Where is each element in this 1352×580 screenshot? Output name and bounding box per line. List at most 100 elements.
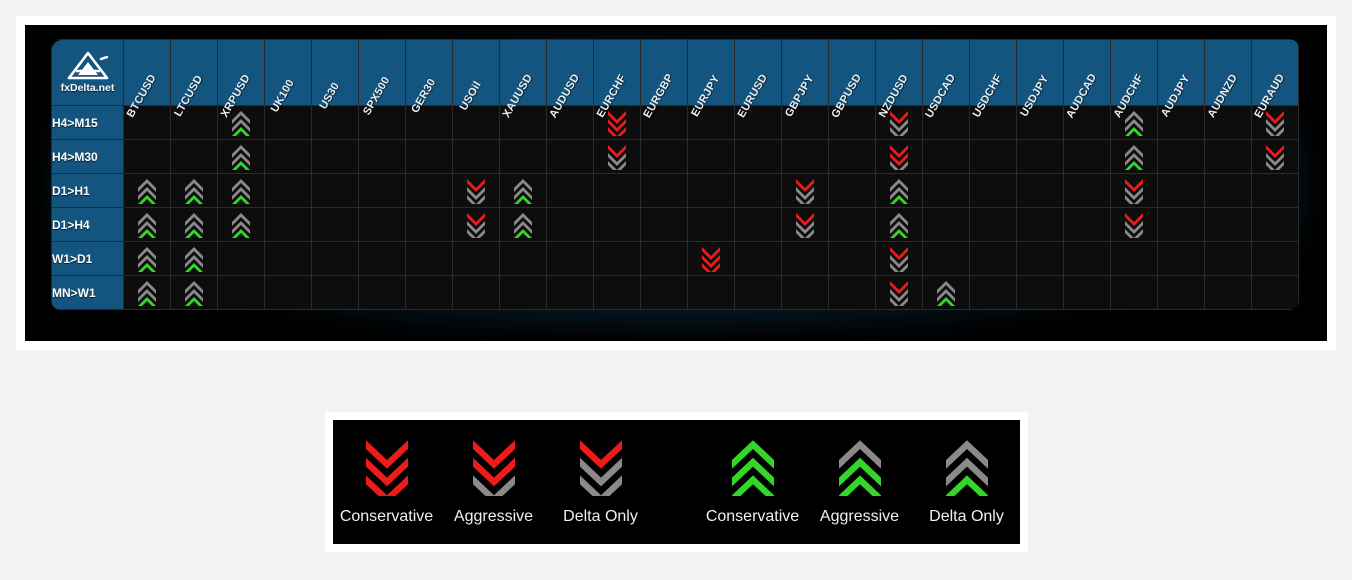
column-header-gbpusd[interactable]: GBPUSD — [828, 39, 876, 120]
signal-cell-ltcusd[interactable] — [170, 241, 218, 276]
empty-cell-usdchf — [969, 207, 1017, 242]
signal-cell-nzdusd[interactable] — [875, 173, 923, 208]
row-header-d1-to-h4[interactable]: D1>H4 — [51, 207, 124, 242]
signal-cell-nzdusd[interactable] — [875, 207, 923, 242]
column-header-audnzd[interactable]: AUDNZD — [1204, 39, 1252, 120]
signal-cell-btcusd[interactable] — [123, 275, 171, 310]
empty-cell-audcad — [1063, 173, 1111, 208]
empty-cell-euraud — [1251, 241, 1299, 276]
empty-cell-xauusd — [499, 275, 547, 310]
column-header-usdcad[interactable]: USDCAD — [922, 39, 970, 120]
column-header-ger30[interactable]: GER30 — [405, 39, 453, 115]
signal-cell-btcusd[interactable] — [123, 241, 171, 276]
signal-cell-nzdusd[interactable] — [875, 241, 923, 276]
signal-cell-xauusd[interactable] — [499, 173, 547, 208]
empty-cell-xauusd — [499, 241, 547, 276]
down-delta-icon — [1111, 178, 1157, 204]
column-header-gbpjpy[interactable]: GBPJPY — [781, 39, 829, 119]
signal-cell-ltcusd[interactable] — [170, 173, 218, 208]
empty-cell-eurusd — [734, 275, 782, 310]
empty-cell-uk100 — [264, 173, 312, 208]
signal-cell-gbpjpy[interactable] — [781, 207, 829, 242]
empty-cell-usdjpy — [1016, 275, 1064, 310]
signal-cell-usoil[interactable] — [452, 173, 500, 208]
signal-cell-xrpusd[interactable] — [217, 207, 265, 242]
column-header-xrpusd[interactable]: XRPUSD — [217, 39, 265, 120]
empty-cell-audnzd — [1204, 241, 1252, 276]
column-header-usoil[interactable]: USOil — [452, 39, 500, 113]
signal-cell-xrpusd[interactable] — [217, 139, 265, 174]
column-header-ltcusd[interactable]: LTCUSD — [170, 39, 218, 119]
column-header-eurgbp[interactable]: EURGBP — [640, 39, 688, 120]
signal-cell-ltcusd[interactable] — [170, 275, 218, 310]
signal-cell-ltcusd[interactable] — [170, 207, 218, 242]
down-delta-icon — [782, 178, 828, 204]
row-header-h4-to-m30[interactable]: H4>M30 — [51, 139, 124, 174]
empty-cell-eurjpy — [687, 207, 735, 242]
signal-cell-xauusd[interactable] — [499, 207, 547, 242]
column-header-eurjpy[interactable]: EURJPY — [687, 39, 735, 119]
empty-cell-euraud — [1251, 275, 1299, 310]
empty-cell-gbpjpy — [781, 241, 829, 276]
empty-cell-audusd — [546, 139, 594, 174]
column-header-audcad[interactable]: AUDCAD — [1063, 39, 1111, 120]
empty-cell-usdchf — [969, 241, 1017, 276]
down-delta-icon — [453, 178, 499, 204]
up-delta-icon — [171, 212, 217, 238]
signal-cell-nzdusd[interactable] — [875, 275, 923, 310]
column-header-euraud[interactable]: EURAUD — [1251, 39, 1299, 120]
empty-cell-audchf — [1110, 275, 1158, 310]
column-header-btcusd[interactable]: BTCUSD — [123, 39, 171, 120]
table-row: W1>D1 — [51, 241, 1299, 276]
legend-item-label: Delta Only — [563, 507, 638, 525]
empty-cell-us30 — [311, 275, 359, 310]
signal-cell-usoil[interactable] — [452, 207, 500, 242]
row-header-mn-to-w1[interactable]: MN>W1 — [51, 275, 124, 310]
column-header-us30[interactable]: US30 — [311, 39, 359, 111]
row-header-d1-to-h1[interactable]: D1>H1 — [51, 173, 124, 208]
signal-cell-eurjpy[interactable] — [687, 241, 735, 276]
empty-cell-uk100 — [264, 275, 312, 310]
row-header-w1-to-d1[interactable]: W1>D1 — [51, 241, 124, 276]
column-header-xauusd[interactable]: XAUUSD — [499, 39, 547, 120]
column-header-eurchf[interactable]: EURCHF — [593, 39, 641, 120]
up-delta-icon — [171, 178, 217, 204]
column-header-usdchf[interactable]: USDCHF — [969, 39, 1017, 120]
signal-cell-gbpjpy[interactable] — [781, 173, 829, 208]
signal-matrix-table: fxDelta.net BTCUSD LTCUSD XRPUSD UK100 US30 S… — [51, 39, 1299, 310]
up-delta-icon — [124, 212, 170, 238]
empty-cell-usdcad — [922, 207, 970, 242]
signal-cell-btcusd[interactable] — [123, 173, 171, 208]
signal-cell-usdcad[interactable] — [922, 275, 970, 310]
column-header-nzdusd[interactable]: NZDUSD — [875, 39, 923, 120]
signal-cell-nzdusd[interactable] — [875, 139, 923, 174]
empty-cell-eurusd — [734, 207, 782, 242]
signal-cell-audchf[interactable] — [1110, 139, 1158, 174]
signal-cell-btcusd[interactable] — [123, 207, 171, 242]
signal-cell-euraud[interactable] — [1251, 139, 1299, 174]
up-delta-icon — [923, 280, 969, 306]
empty-cell-usdcad — [922, 139, 970, 174]
column-header-usdjpy[interactable]: USDJPY — [1016, 39, 1064, 119]
column-header-eurusd[interactable]: EURUSD — [734, 39, 782, 120]
up-delta-icon — [171, 246, 217, 272]
legend-item-label: Aggressive — [453, 507, 534, 525]
table-row: H4>M30 — [51, 139, 1299, 174]
row-header-h4-to-m15[interactable]: H4>M15 — [51, 105, 124, 140]
up-delta-icon — [171, 280, 217, 306]
column-header-audchf[interactable]: AUDCHF — [1110, 39, 1158, 120]
signal-cell-eurchf[interactable] — [593, 139, 641, 174]
column-header-audjpy[interactable]: AUDJPY — [1157, 39, 1205, 119]
empty-cell-usdcad — [922, 241, 970, 276]
empty-cell-eurgbp — [640, 207, 688, 242]
signal-cell-xrpusd[interactable] — [217, 173, 265, 208]
signal-cell-audchf[interactable] — [1110, 207, 1158, 242]
up-delta-icon — [124, 280, 170, 306]
empty-cell-usoil — [452, 105, 500, 140]
empty-cell-uk100 — [264, 207, 312, 242]
column-header-spx500[interactable]: SPX500 — [358, 39, 406, 117]
signal-cell-audchf[interactable] — [1110, 173, 1158, 208]
column-header-uk100[interactable]: UK100 — [264, 39, 312, 114]
column-header-audusd[interactable]: AUDUSD — [546, 39, 594, 120]
down-delta-icon — [1111, 212, 1157, 238]
